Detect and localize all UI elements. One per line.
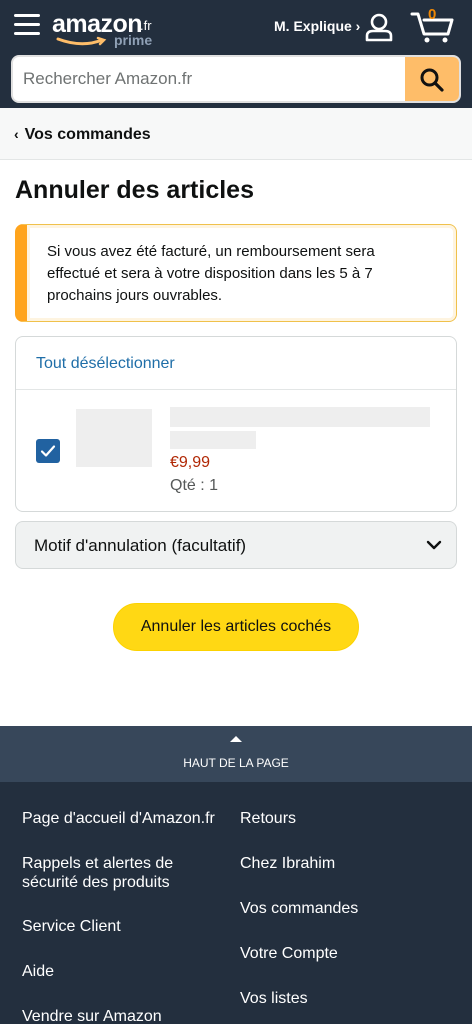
logo-smile-icon	[56, 36, 107, 46]
footer-link-delivery-address[interactable]: Chez Ibrahim	[240, 854, 335, 873]
footer-link-home[interactable]: Page d'accueil d'Amazon.fr	[22, 809, 215, 828]
search-bar	[11, 55, 461, 103]
items-box: Tout désélectionner €9,99 Qté : 1	[15, 336, 457, 512]
logo-tld: .fr	[140, 18, 152, 33]
product-title-placeholder	[170, 407, 430, 427]
user-icon[interactable]	[364, 12, 394, 42]
item-quantity: Qté : 1	[170, 477, 219, 494]
footer-link-orders[interactable]: Vos commandes	[240, 899, 358, 918]
footer-link-lists[interactable]: Vos listes	[240, 989, 308, 1008]
item-checkbox[interactable]	[36, 439, 60, 463]
product-title-placeholder	[170, 431, 256, 449]
top-nav-bar: amazon .fr prime M. Explique › 0	[0, 0, 472, 108]
back-to-top-button[interactable]: HAUT DE LA PAGE	[0, 726, 472, 782]
refund-alert: Si vous avez été facturé, un rembourseme…	[15, 224, 457, 322]
search-button[interactable]	[405, 57, 459, 101]
footer-link-returns[interactable]: Retours	[240, 809, 296, 828]
cancel-reason-label: Motif d'annulation (facultatif)	[34, 536, 247, 555]
back-to-orders-link[interactable]: ‹ Vos commandes	[14, 126, 151, 144]
footer-link-safety-alerts[interactable]: Rappels et alertes de sécurité des produ…	[22, 854, 202, 892]
footer-link-account[interactable]: Votre Compte	[240, 944, 338, 963]
footer: Page d'accueil d'Amazon.fr Rappels et al…	[0, 782, 472, 1024]
hamburger-menu-icon[interactable]	[14, 14, 40, 36]
cancel-items-button[interactable]: Annuler les articles cochés	[113, 603, 359, 651]
product-thumbnail[interactable]	[76, 409, 152, 467]
footer-link-help[interactable]: Aide	[22, 962, 54, 981]
footer-link-customer-service[interactable]: Service Client	[22, 917, 121, 936]
refund-alert-text: Si vous avez été facturé, un rembourseme…	[47, 243, 375, 304]
caret-up-icon	[230, 736, 242, 742]
item-price: €9,99	[170, 454, 211, 471]
cancel-reason-dropdown[interactable]: Motif d'annulation (facultatif)	[15, 521, 457, 569]
chevron-down-icon	[426, 540, 442, 550]
page-title: Annuler des articles	[15, 176, 254, 204]
search-icon	[420, 68, 444, 92]
logo-prime: prime	[114, 32, 153, 48]
amazon-logo[interactable]: amazon .fr prime	[52, 8, 162, 48]
breadcrumb-label: Vos commandes	[24, 126, 151, 143]
account-link[interactable]: M. Explique ›	[274, 18, 360, 34]
chevron-left-icon: ‹	[14, 126, 19, 142]
search-input[interactable]	[13, 57, 407, 101]
checkmark-icon	[40, 445, 56, 457]
breadcrumb: ‹ Vos commandes	[0, 108, 472, 160]
cart-count-badge: 0	[428, 6, 437, 23]
back-to-top-label: HAUT DE LA PAGE	[183, 756, 289, 770]
divider	[16, 389, 456, 390]
deselect-all-link[interactable]: Tout désélectionner	[36, 355, 175, 373]
footer-link-sell[interactable]: Vendre sur Amazon	[22, 1007, 162, 1024]
